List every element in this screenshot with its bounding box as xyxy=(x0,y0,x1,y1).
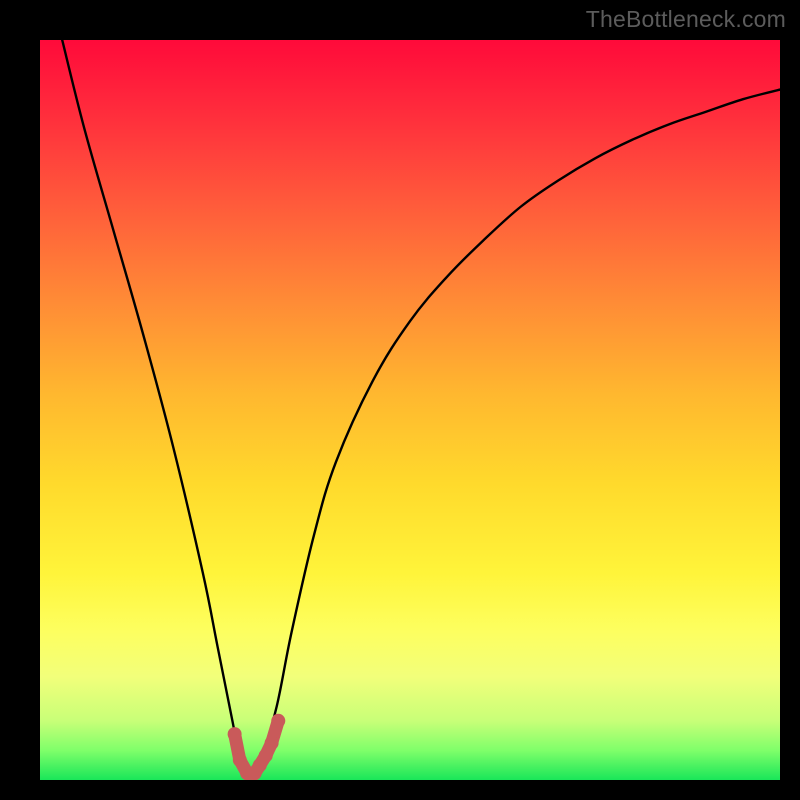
chart-frame: TheBottleneck.com xyxy=(0,0,800,800)
curve-svg xyxy=(40,40,780,780)
valley-floor-markers xyxy=(228,714,286,780)
watermark-text: TheBottleneck.com xyxy=(586,6,786,33)
valley-marker xyxy=(233,753,247,767)
valley-marker xyxy=(271,714,285,728)
valley-marker xyxy=(228,727,242,741)
valley-marker xyxy=(259,749,273,763)
bottleneck-curve xyxy=(62,40,780,775)
valley-marker xyxy=(265,736,279,750)
plot-area xyxy=(40,40,780,780)
